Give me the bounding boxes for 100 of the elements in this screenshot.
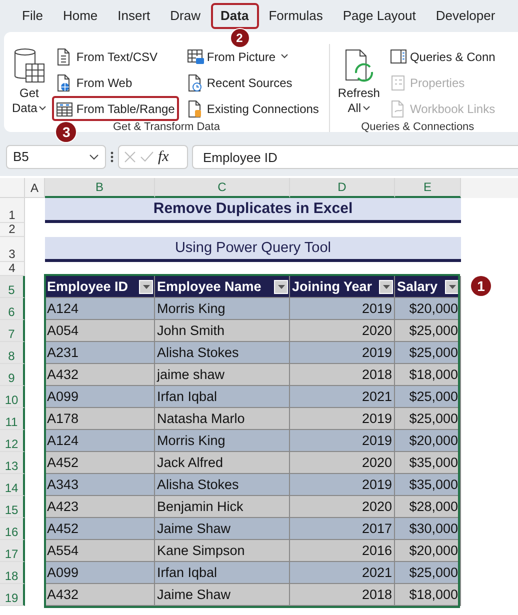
table-cell: $20,000 — [395, 298, 461, 320]
sheet-subtitle: Using Power Query Tool — [45, 237, 461, 262]
table-cell: 2020 — [290, 452, 395, 474]
filter-button[interactable] — [445, 280, 459, 294]
table-cell: A432 — [45, 584, 155, 606]
column-header[interactable]: E — [395, 178, 461, 198]
row-header[interactable]: 18 — [0, 562, 25, 584]
row-header[interactable]: 16 — [0, 518, 25, 540]
ribbon-button[interactable]: From Web — [52, 70, 179, 95]
table-cell: 2020 — [290, 496, 395, 518]
ribbon-button[interactable]: Recent Sources — [182, 70, 323, 95]
table-cell: A343 — [45, 474, 155, 496]
insert-function-button[interactable]: fx — [158, 146, 169, 168]
menu-tab[interactable]: Developer — [426, 3, 506, 29]
ribbon-button[interactable]: Existing Connections — [182, 96, 323, 121]
table-icon — [56, 100, 74, 118]
table-cell: 2019 — [290, 408, 395, 430]
table-cell: $28,000 — [395, 496, 461, 518]
column-header[interactable]: C — [155, 178, 290, 198]
table-cell: $35,000 — [395, 474, 461, 496]
panel-icon — [390, 48, 407, 66]
properties-icon — [390, 74, 407, 92]
row-header[interactable]: 2 — [0, 223, 25, 237]
table-cell: A554 — [45, 540, 155, 562]
table-cell: Jaime Shaw — [155, 584, 290, 606]
refresh-all-button[interactable]: Refresh All — [336, 44, 382, 121]
row-header[interactable]: 10 — [0, 386, 25, 408]
row-header[interactable]: 12 — [0, 430, 25, 452]
filter-button[interactable] — [379, 280, 393, 294]
table-cell: A452 — [45, 452, 155, 474]
filter-button[interactable] — [139, 280, 153, 294]
table-cell: jaime shaw — [155, 364, 290, 386]
table-cell: Morris King — [155, 298, 290, 320]
formula-input[interactable]: Employee ID — [192, 145, 518, 169]
table-cell: $18,000 — [395, 584, 461, 606]
row-header[interactable]: 13 — [0, 452, 25, 474]
row-header[interactable]: 17 — [0, 540, 25, 562]
row-header[interactable]: 6 — [0, 298, 25, 320]
row-header[interactable]: 14 — [0, 474, 25, 496]
menu-tab[interactable]: Draw — [160, 3, 210, 29]
table-cell: Jack Alfred — [155, 452, 290, 474]
table-cell: A452 — [45, 518, 155, 540]
column-header[interactable]: B — [45, 178, 155, 198]
table-cell: $25,000 — [395, 408, 461, 430]
table-cell: $25,000 — [395, 562, 461, 584]
step-marker: 3 — [56, 122, 76, 142]
menu-tab[interactable]: Formulas — [258, 3, 333, 29]
table-cell: A099 — [45, 386, 155, 408]
group-label: Queries & Connections — [361, 121, 474, 134]
cylinder-document-icon — [186, 100, 204, 118]
table-cell: 2018 — [290, 364, 395, 386]
table-cell: 2019 — [290, 342, 395, 364]
row-header[interactable]: 1 — [0, 198, 25, 223]
filter-button[interactable] — [274, 280, 288, 294]
row-header[interactable]: 5 — [0, 276, 25, 298]
sheet-title: Remove Duplicates in Excel — [45, 198, 461, 223]
step-marker: 2 — [230, 28, 248, 47]
table-cell: Irfan Iqbal — [155, 562, 290, 584]
table-cell: 2021 — [290, 562, 395, 584]
row-header[interactable]: 3 — [0, 237, 25, 262]
table-cell: John Smith — [155, 320, 290, 342]
menu-tab[interactable]: File — [12, 3, 53, 29]
column-header[interactable]: D — [290, 178, 395, 198]
table-cell: Kane Simpson — [155, 540, 290, 562]
table-cell: 2019 — [290, 474, 395, 496]
table-cell: 2019 — [290, 430, 395, 452]
row-header[interactable]: 19 — [0, 584, 25, 606]
table-cell: $35,000 — [395, 452, 461, 474]
menu-tab[interactable]: Home — [52, 3, 108, 29]
group-label: Get & Transform Data — [112, 121, 220, 134]
ribbon-button[interactable]: From Picture — [182, 44, 323, 69]
cancel-icon — [124, 151, 136, 163]
row-header[interactable]: 8 — [0, 342, 25, 364]
row-header[interactable]: 4 — [0, 262, 25, 276]
menu-tab[interactable]: Data — [210, 3, 259, 29]
row-header[interactable]: 11 — [0, 408, 25, 430]
menu-tab[interactable]: Page Layout — [332, 3, 426, 29]
row-header[interactable]: 15 — [0, 496, 25, 518]
table-cell: $20,000 — [395, 540, 461, 562]
ribbon-button[interactable]: From Text/CSV — [52, 44, 179, 69]
table-cell: Alisha Stokes — [155, 474, 290, 496]
table-cell: 2018 — [290, 584, 395, 606]
table-cell: Irfan Iqbal — [155, 386, 290, 408]
table-cell: $30,000 — [395, 518, 461, 540]
ribbon-button[interactable]: Queries & Conn — [386, 44, 500, 69]
row-header[interactable]: 9 — [0, 364, 25, 386]
table-cell: A099 — [45, 562, 155, 584]
more-options-icon — [110, 151, 114, 163]
table-cell: $20,000 — [395, 430, 461, 452]
name-box[interactable]: B5 — [6, 145, 106, 169]
table-cell: Morris King — [155, 430, 290, 452]
column-heading: Employee ID — [45, 276, 155, 298]
row-header[interactable]: 7 — [0, 320, 25, 342]
menu-tab[interactable]: Insert — [108, 3, 160, 29]
ribbon-button[interactable]: From Table/Range — [52, 96, 179, 121]
step-marker: 1 — [471, 276, 491, 296]
chevron-down-icon — [89, 154, 99, 160]
table-cell: 2019 — [290, 298, 395, 320]
dropdown-arrow-icon — [382, 284, 390, 288]
get-data-button[interactable]: Get Data — [10, 44, 48, 121]
